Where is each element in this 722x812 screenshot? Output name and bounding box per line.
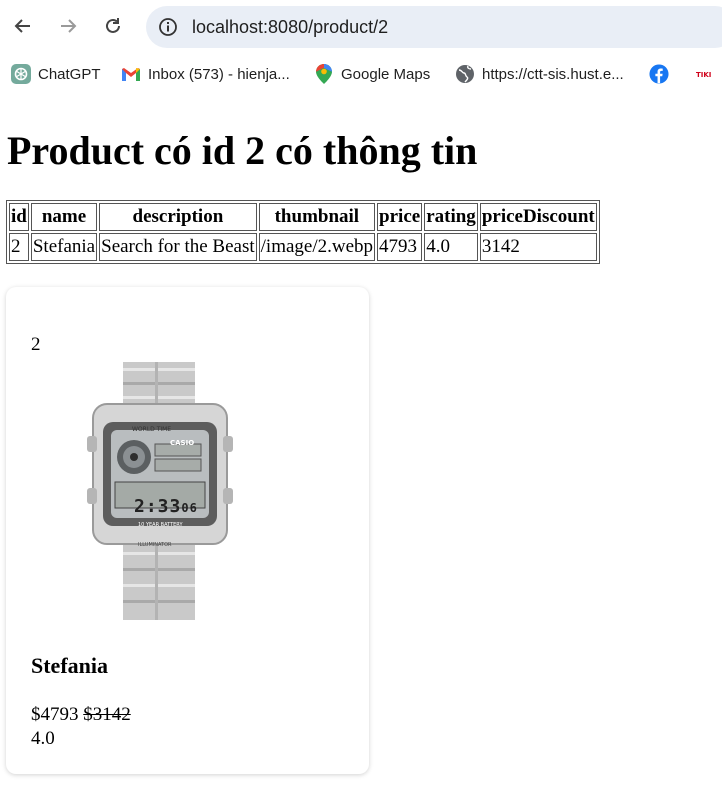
page-title: Product có id 2 có thông tin bbox=[7, 128, 478, 173]
bookmark-tiki[interactable]: TIKI bbox=[696, 62, 722, 86]
forward-arrow-icon bbox=[61, 19, 77, 33]
cell-id: 2 bbox=[9, 233, 29, 261]
browser-toolbar: localhost:8080/product/2 bbox=[0, 0, 722, 54]
bookmark-google-maps[interactable]: Google Maps bbox=[314, 62, 430, 86]
watch-seconds: 06 bbox=[181, 501, 198, 515]
column-header-price: price bbox=[377, 203, 423, 231]
chatgpt-icon bbox=[11, 64, 31, 84]
gmail-icon bbox=[121, 64, 141, 84]
address-bar[interactable]: localhost:8080/product/2 bbox=[146, 6, 722, 48]
watch-time-display: 2:3306 bbox=[134, 496, 198, 517]
google-maps-icon bbox=[314, 64, 334, 84]
tiki-icon: TIKI bbox=[696, 64, 716, 84]
table-row: 2 Stefania Search for the Beast /image/2… bbox=[9, 233, 597, 261]
product-table: id name description thumbnail price rati… bbox=[6, 200, 600, 264]
table-header-row: id name description thumbnail price rati… bbox=[9, 203, 597, 231]
bookmark-chatgpt[interactable]: ChatGPT bbox=[11, 62, 101, 86]
site-info-icon[interactable] bbox=[158, 17, 178, 42]
product-card-price-discount: $3142 bbox=[83, 704, 131, 725]
reload-button[interactable] bbox=[98, 11, 128, 41]
cell-price-discount: 3142 bbox=[479, 233, 597, 261]
back-arrow-icon bbox=[14, 19, 30, 33]
watch-top-label: WORLD TIME bbox=[132, 426, 172, 433]
watch-time: 2:33 bbox=[134, 496, 182, 517]
product-card-price-line: $4793 $3142 bbox=[31, 704, 131, 726]
cell-thumbnail: /image/2.webp bbox=[258, 233, 376, 261]
cell-price: 4793 bbox=[377, 233, 423, 261]
bookmark-inbox[interactable]: Inbox (573) - hienja... bbox=[121, 62, 290, 86]
bookmarks-bar: ChatGPT Inbox (573) - hienja... Google M… bbox=[0, 58, 722, 90]
column-header-thumbnail: thumbnail bbox=[258, 203, 376, 231]
svg-text:TIKI: TIKI bbox=[696, 71, 711, 79]
column-header-description: description bbox=[99, 203, 257, 231]
column-header-price-discount: priceDiscount bbox=[479, 203, 597, 231]
bookmark-ctt-sis[interactable]: https://ctt-sis.hust.e... bbox=[455, 62, 624, 86]
cell-rating: 4.0 bbox=[424, 233, 478, 261]
watch-sub-label: 10 YEAR BATTERY bbox=[138, 522, 183, 528]
facebook-icon bbox=[649, 64, 669, 84]
url-text: localhost:8080/product/2 bbox=[192, 17, 389, 37]
column-header-name: name bbox=[30, 203, 98, 231]
reload-icon bbox=[106, 18, 120, 33]
globe-icon bbox=[455, 64, 475, 84]
watch-bottom-label: ILLUMINATOR bbox=[138, 542, 172, 548]
back-button[interactable] bbox=[8, 11, 38, 41]
product-card[interactable]: 2 CASIO WORLD TIME 2:3306 10 YEAR BATTER… bbox=[6, 287, 369, 774]
product-card-name: Stefania bbox=[31, 653, 108, 678]
column-header-rating: rating bbox=[424, 203, 478, 231]
watch-brand-label: CASIO bbox=[170, 439, 195, 447]
product-card-rating: 4.0 bbox=[31, 728, 55, 749]
cell-description: Search for the Beast bbox=[99, 233, 257, 261]
product-image bbox=[87, 362, 233, 620]
bookmark-facebook[interactable] bbox=[649, 62, 676, 86]
cell-name: Stefania bbox=[30, 233, 98, 261]
forward-button[interactable] bbox=[53, 11, 83, 41]
column-header-id: id bbox=[9, 203, 29, 231]
product-card-id: 2 bbox=[31, 334, 41, 355]
product-card-price: $4793 bbox=[31, 704, 79, 725]
